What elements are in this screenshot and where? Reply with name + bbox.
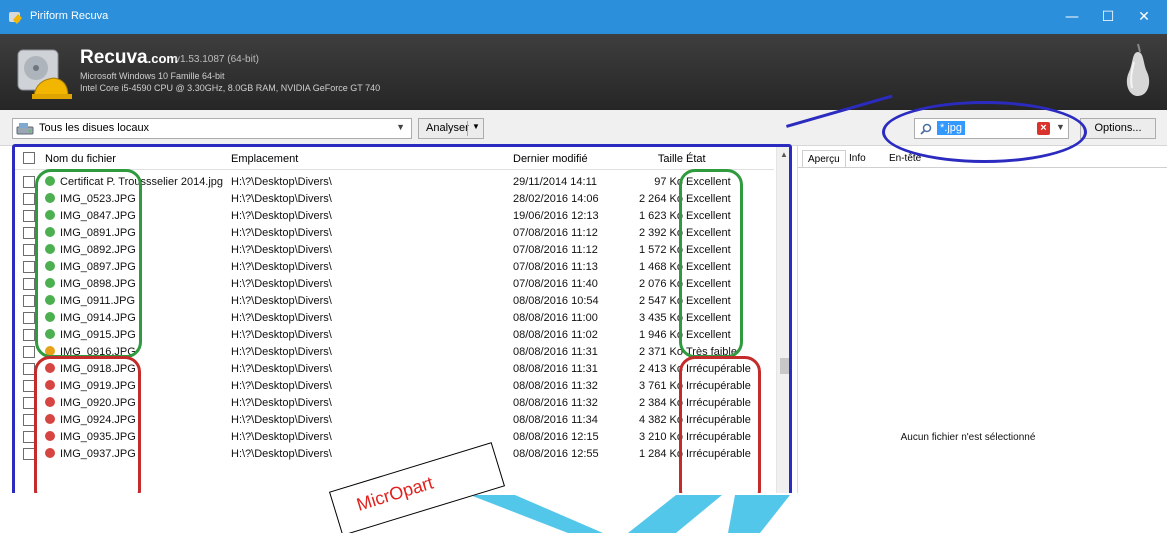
watermark-bar bbox=[470, 495, 790, 533]
